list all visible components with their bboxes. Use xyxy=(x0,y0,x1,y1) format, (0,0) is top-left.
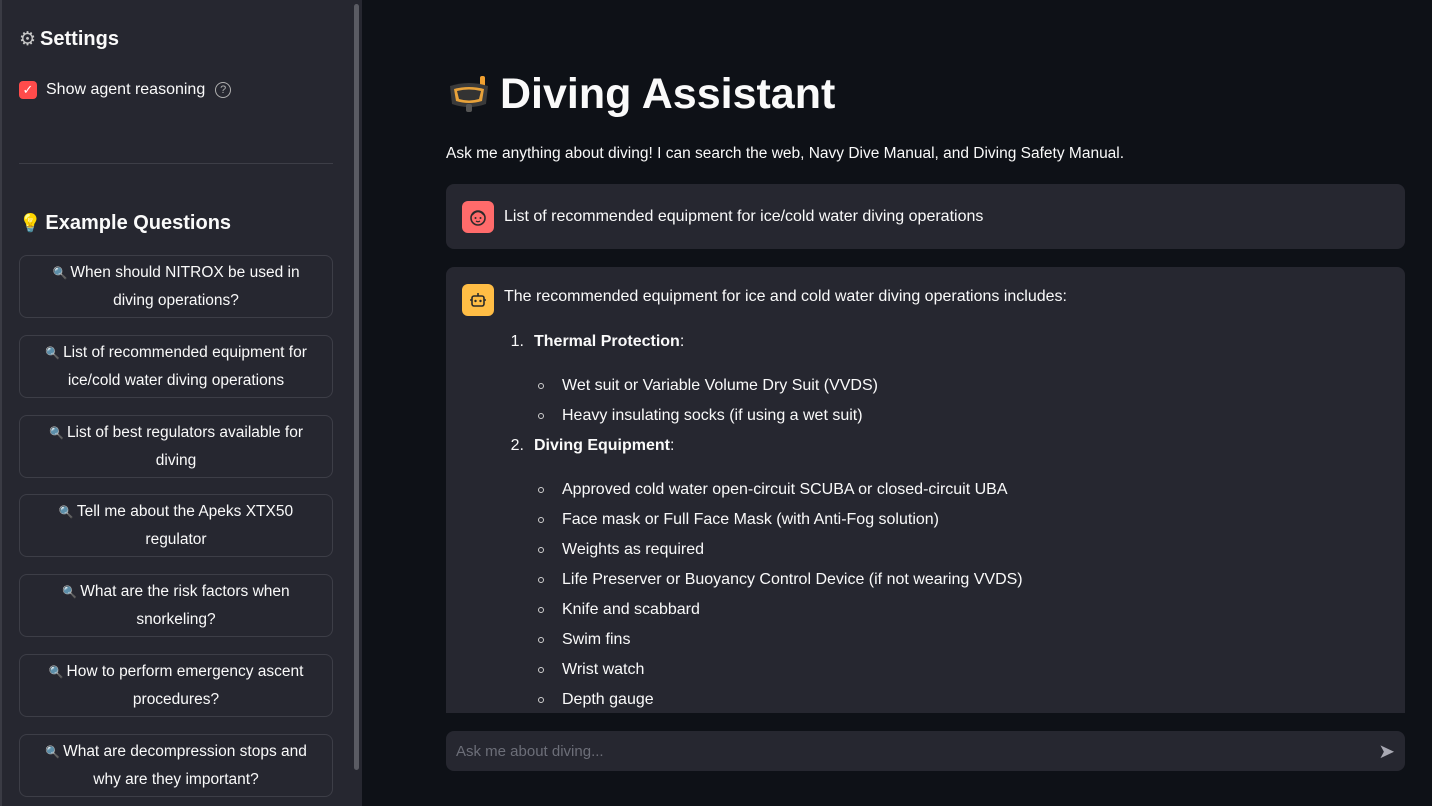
list-item: Depth gauge xyxy=(508,685,1023,713)
magnifier-icon: 🔍 xyxy=(48,665,64,679)
item-text: Wrist watch xyxy=(562,661,645,678)
question-label: List of recommended equipment for ice/co… xyxy=(63,344,307,389)
lightbulb-icon: 💡 xyxy=(19,213,42,233)
send-icon[interactable]: ➤ xyxy=(1378,739,1395,764)
user-avatar-icon xyxy=(462,201,494,233)
list-item: Wrist watch xyxy=(508,655,1023,685)
bullet-icon xyxy=(538,413,544,419)
assistant-avatar-icon xyxy=(462,284,494,316)
sidebar-divider xyxy=(19,163,333,164)
magnifier-icon: 🔍 xyxy=(62,585,78,599)
item-text: Wet suit or Variable Volume Dry Suit (VV… xyxy=(562,377,878,394)
question-label: How to perform emergency ascent procedur… xyxy=(66,663,304,708)
sub-list-container: Approved cold water open-circuit SCUBA o… xyxy=(508,475,1023,713)
bullet-icon xyxy=(538,517,544,523)
sub-list: Wet suit or Variable Volume Dry Suit (VV… xyxy=(508,371,1023,431)
list-item: Weights as required xyxy=(508,535,1023,565)
equipment-list: 1. Thermal Protection: Wet suit or Varia… xyxy=(508,327,1023,713)
item-text: Knife and scabbard xyxy=(562,601,700,618)
list-item: Wet suit or Variable Volume Dry Suit (VV… xyxy=(508,371,1023,401)
question-label: When should NITROX be used in diving ope… xyxy=(70,264,300,309)
magnifier-icon: 🔍 xyxy=(45,745,61,759)
example-question-button[interactable]: 🔍 Tell me about the Apeks XTX50 regulator xyxy=(19,494,333,557)
show-agent-reasoning-checkbox[interactable]: ✓ xyxy=(19,81,37,99)
settings-heading: ⚙ Settings xyxy=(19,28,119,51)
item-text: Face mask or Full Face Mask (with Anti-F… xyxy=(562,511,940,528)
magnifier-icon: 🔍 xyxy=(58,505,74,519)
list-item: 2. Diving Equipment: xyxy=(508,431,1023,461)
user-message: List of recommended equipment for ice/co… xyxy=(446,184,1405,249)
example-questions-heading-text: Example Questions xyxy=(45,212,232,234)
question-label: List of best regulators available for di… xyxy=(66,424,304,469)
example-questions-heading: 💡 Example Questions xyxy=(19,212,231,235)
section-number: 2. xyxy=(510,437,524,454)
list-item: Face mask or Full Face Mask (with Anti-F… xyxy=(508,505,1023,535)
item-text: Weights as required xyxy=(562,541,704,558)
question-label: Tell me about the Apeks XTX50 regulator xyxy=(76,503,294,548)
question-label: What are decompression stops and why are… xyxy=(63,743,307,788)
bullet-icon xyxy=(538,637,544,643)
magnifier-icon: 🔍 xyxy=(45,346,61,360)
bullet-icon xyxy=(538,547,544,553)
list-item: Swim fins xyxy=(508,625,1023,655)
sub-list-container: Wet suit or Variable Volume Dry Suit (VV… xyxy=(508,371,1023,431)
chat-input[interactable] xyxy=(456,742,1379,760)
page-title: Diving Assistant xyxy=(446,70,835,119)
settings-heading-text: Settings xyxy=(40,28,119,50)
bullet-icon xyxy=(538,697,544,703)
example-question-button[interactable]: 🔍 How to perform emergency ascent procedu… xyxy=(19,654,333,717)
item-text: Swim fins xyxy=(562,631,631,648)
chat-input-bar: ➤ xyxy=(446,731,1405,771)
example-question-button[interactable]: 🔍 List of recommended equipment for ice/c… xyxy=(19,335,333,398)
bullet-icon xyxy=(538,487,544,493)
sub-list: Approved cold water open-circuit SCUBA o… xyxy=(508,475,1023,713)
item-text: Life Preserver or Buoyancy Control Devic… xyxy=(562,571,1023,588)
bullet-icon xyxy=(538,577,544,583)
checkbox-label: Show agent reasoning xyxy=(46,81,206,98)
bullet-icon xyxy=(538,383,544,389)
gear-icon: ⚙ xyxy=(19,29,37,50)
magnifier-icon: 🔍 xyxy=(52,266,68,280)
list-item: 1. Thermal Protection: xyxy=(508,327,1023,357)
assistant-message: The recommended equipment for ice and co… xyxy=(446,267,1405,713)
sidebar: ⚙ Settings ✓ Show agent reasoning ? 💡 Ex… xyxy=(0,0,362,806)
question-label: What are the risk factors when snorkelin… xyxy=(80,583,290,628)
show-agent-reasoning-row[interactable]: ✓ Show agent reasoning ? xyxy=(19,81,232,99)
help-icon[interactable]: ? xyxy=(215,82,232,98)
example-question-button[interactable]: 🔍 List of best regulators available for d… xyxy=(19,415,333,478)
item-text: Depth gauge xyxy=(562,691,654,708)
magnifier-icon: 🔍 xyxy=(48,426,64,440)
sidebar-scrollbar[interactable] xyxy=(354,4,359,770)
diving-mask-icon xyxy=(446,72,492,118)
user-message-text: List of recommended equipment for ice/co… xyxy=(504,208,984,225)
page-subtitle: Ask me anything about diving! I can sear… xyxy=(446,145,1125,162)
item-text: Approved cold water open-circuit SCUBA o… xyxy=(562,481,1008,498)
list-item: Heavy insulating socks (if using a wet s… xyxy=(508,401,1023,431)
item-text: Heavy insulating socks (if using a wet s… xyxy=(562,407,863,424)
section-number: 1. xyxy=(510,333,524,350)
list-item: Life Preserver or Buoyancy Control Devic… xyxy=(508,565,1023,595)
list-item: Knife and scabbard xyxy=(508,595,1023,625)
assistant-intro-text: The recommended equipment for ice and co… xyxy=(504,288,1067,305)
list-item: Approved cold water open-circuit SCUBA o… xyxy=(508,475,1023,505)
example-question-button[interactable]: 🔍 What are decompression stops and why ar… xyxy=(19,734,333,797)
section-label: Diving Equipment xyxy=(534,437,670,454)
bullet-icon xyxy=(538,667,544,673)
example-question-button[interactable]: 🔍 What are the risk factors when snorkeli… xyxy=(19,574,333,637)
bullet-icon xyxy=(538,607,544,613)
page-title-text: Diving Assistant xyxy=(500,70,836,118)
example-question-button[interactable]: 🔍 When should NITROX be used in diving op… xyxy=(19,255,333,318)
section-label: Thermal Protection xyxy=(534,333,680,350)
